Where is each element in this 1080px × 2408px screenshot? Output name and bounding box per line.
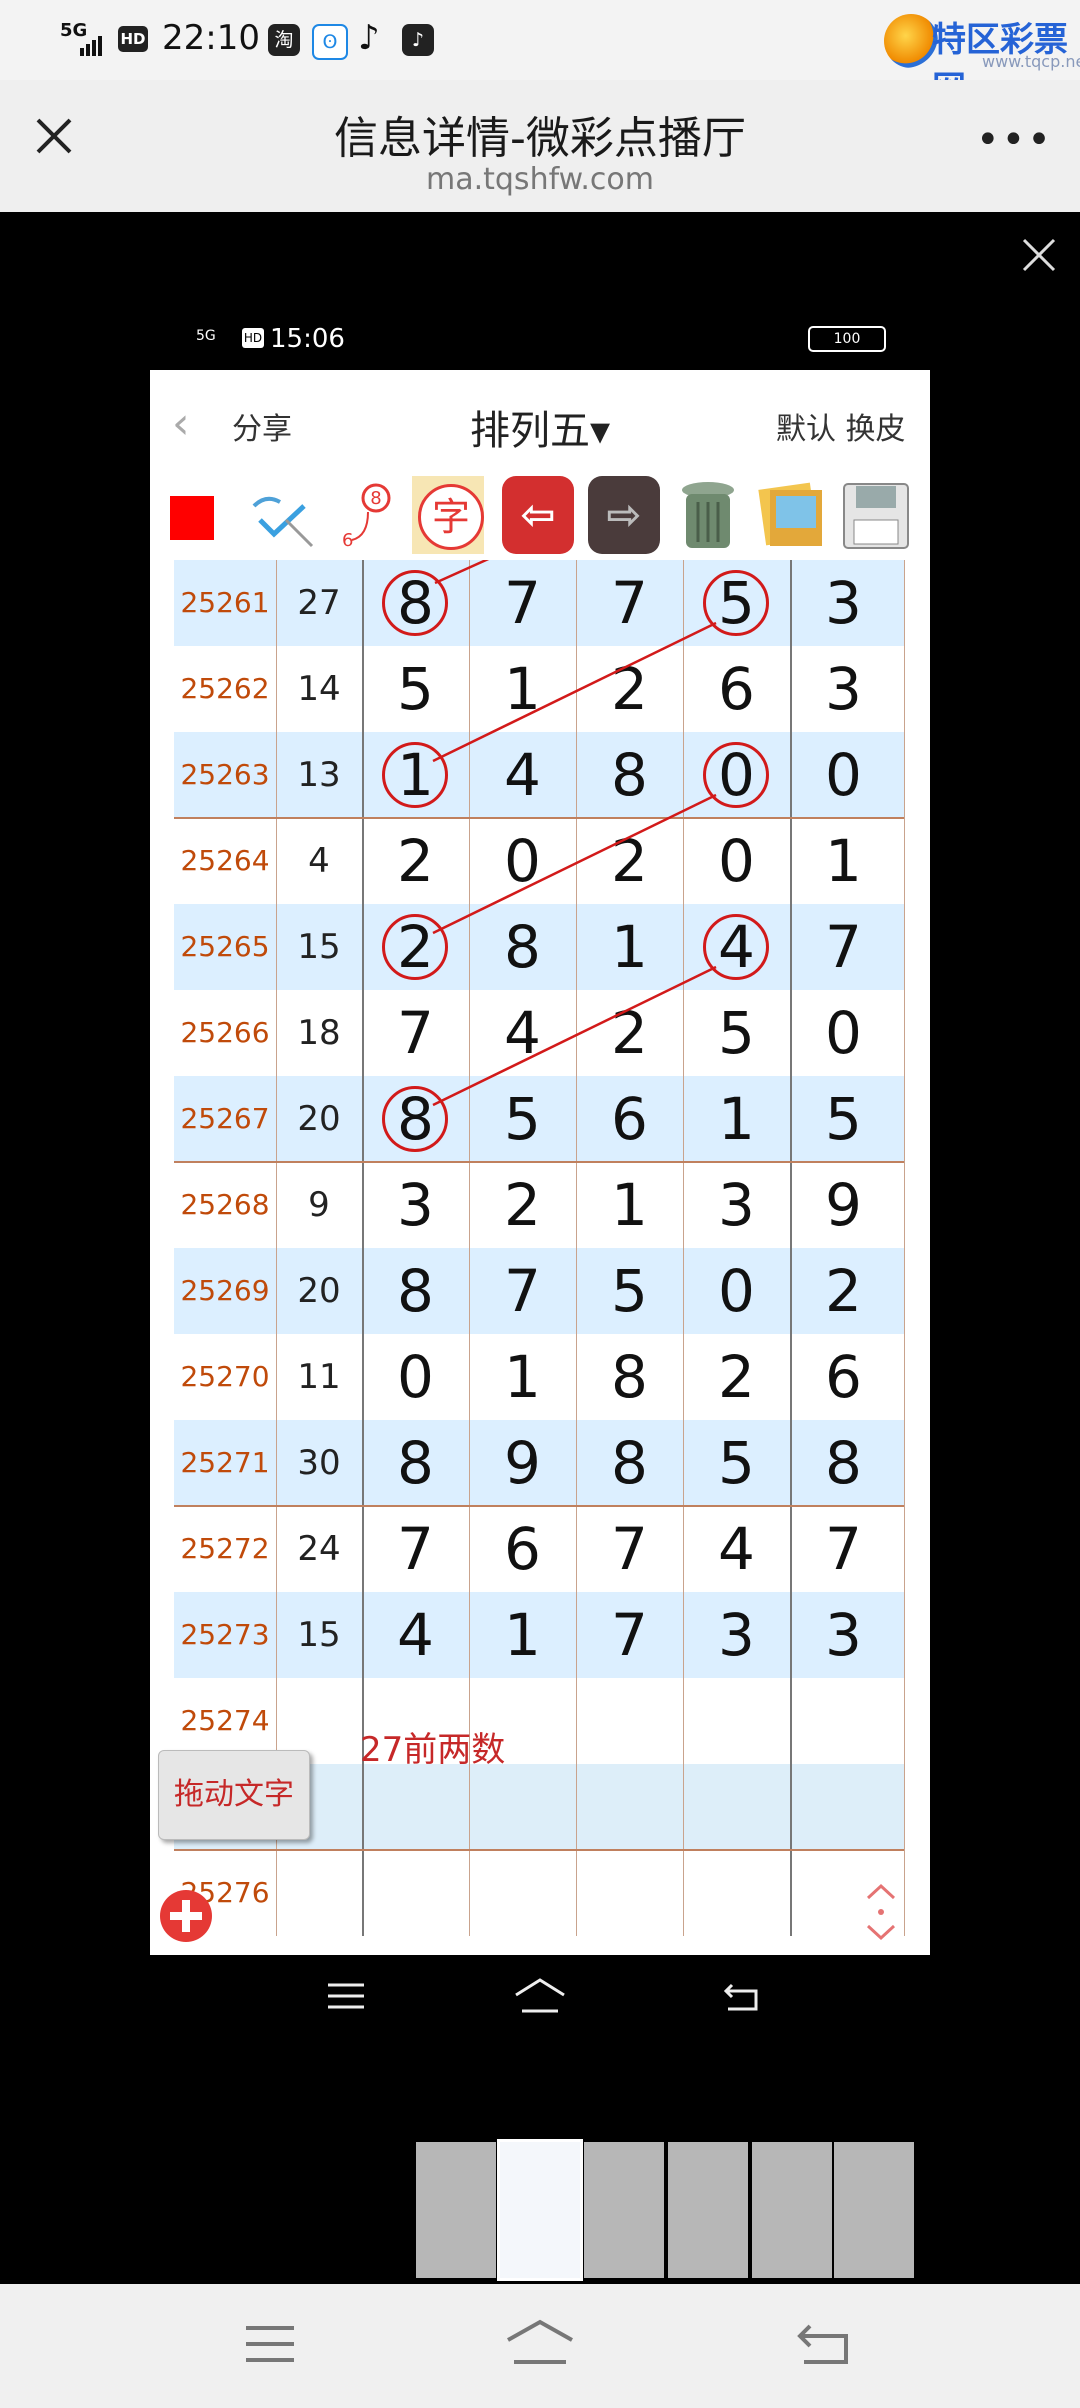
bilibili-icon: ʘ bbox=[312, 24, 348, 60]
photos-icon[interactable] bbox=[756, 476, 828, 554]
annotation-line bbox=[432, 621, 717, 763]
back-nav-icon[interactable] bbox=[796, 2320, 852, 2368]
thumbnail-selected[interactable] bbox=[497, 2139, 583, 2281]
viewer-close-icon[interactable] bbox=[1018, 234, 1060, 276]
annotation-line bbox=[432, 965, 717, 1107]
logo-icon bbox=[884, 14, 938, 68]
watermark-url: www.tqcp.net bbox=[982, 52, 1080, 71]
home-icon[interactable] bbox=[514, 1977, 566, 2015]
trash-icon[interactable] bbox=[672, 476, 744, 554]
annotation-line bbox=[432, 793, 717, 935]
thumbnail[interactable] bbox=[752, 2142, 832, 2278]
check-icon[interactable] bbox=[246, 476, 318, 554]
save-disk-icon[interactable] bbox=[840, 476, 912, 554]
inner-network: 5G bbox=[196, 328, 216, 344]
annotation-lines bbox=[432, 560, 717, 1107]
inner-nav-bar bbox=[150, 1955, 930, 2045]
thumbnail[interactable] bbox=[416, 2142, 496, 2278]
dice-icon[interactable]: 8 6 bbox=[328, 476, 400, 554]
thumbnail[interactable] bbox=[834, 2142, 914, 2278]
thumbnail-strip bbox=[416, 2139, 916, 2281]
tiktok-icon: ♪ bbox=[358, 18, 380, 58]
theme-buttons[interactable]: 默认 换皮 bbox=[776, 404, 906, 448]
app-header: ‹ 分享 排列五▾ 默认 换皮 bbox=[150, 370, 930, 471]
red-square-icon[interactable] bbox=[170, 496, 214, 540]
thumbnail[interactable] bbox=[668, 2142, 748, 2278]
add-icon[interactable] bbox=[160, 1890, 212, 1942]
badge-top: 8 bbox=[370, 488, 381, 509]
home-icon[interactable] bbox=[504, 2318, 576, 2368]
thumbnail[interactable] bbox=[584, 2142, 664, 2278]
back-nav-icon[interactable] bbox=[722, 1979, 762, 2013]
scroll-arrows-icon[interactable] bbox=[864, 1882, 898, 1942]
annotation-line bbox=[434, 560, 490, 585]
annotation-text[interactable]: 27前两数 bbox=[360, 1722, 505, 1771]
system-nav-bar bbox=[0, 2284, 1080, 2408]
toolbar: 8 6 字 ⇦ ⇨ bbox=[150, 470, 930, 560]
more-menu-icon[interactable]: ••• bbox=[976, 120, 1053, 160]
page-title: 信息详情-微彩点播厅 bbox=[334, 113, 746, 164]
inner-clock: 15:06 bbox=[270, 324, 345, 354]
taobao-icon: 淘 bbox=[268, 24, 300, 56]
status-bar: 5G HD 22:10 淘 ʘ ♪ ♪ 特区彩票网 www.tqcp.net bbox=[0, 0, 1080, 109]
char-icon[interactable]: 字 bbox=[412, 476, 484, 554]
back-arrow-icon[interactable]: ⇦ bbox=[502, 476, 574, 554]
inner-hd-badge: HD bbox=[242, 328, 264, 348]
battery-icon: 100 bbox=[808, 326, 886, 352]
drag-text-button[interactable]: 拖动文字 bbox=[158, 1750, 310, 1840]
clock: 22:10 bbox=[162, 18, 260, 58]
signal-icon bbox=[80, 36, 102, 56]
watermark-logo: 特区彩票网 www.tqcp.net bbox=[870, 6, 1080, 109]
tiktok-icon: ♪ bbox=[402, 24, 434, 56]
column-divider bbox=[904, 560, 905, 1936]
menu-icon[interactable] bbox=[326, 1981, 366, 2011]
hd-badge: HD bbox=[118, 26, 148, 52]
badge-bottom: 6 bbox=[342, 530, 353, 551]
browser-title-bar: 信息详情-微彩点播厅 ma.tqshfw.com ••• bbox=[0, 80, 1080, 212]
menu-icon[interactable] bbox=[244, 2324, 296, 2364]
inner-status-bar: 5G HD 15:06 100 bbox=[150, 316, 930, 368]
forward-arrow-icon[interactable]: ⇨ bbox=[588, 476, 660, 554]
page-url: ma.tqshfw.com bbox=[425, 162, 655, 197]
app-screenshot: ‹ 分享 排列五▾ 默认 换皮 8 6 字 ⇦ ⇨ 25261 27 8 7 7 5 3 25… bbox=[150, 370, 930, 1955]
